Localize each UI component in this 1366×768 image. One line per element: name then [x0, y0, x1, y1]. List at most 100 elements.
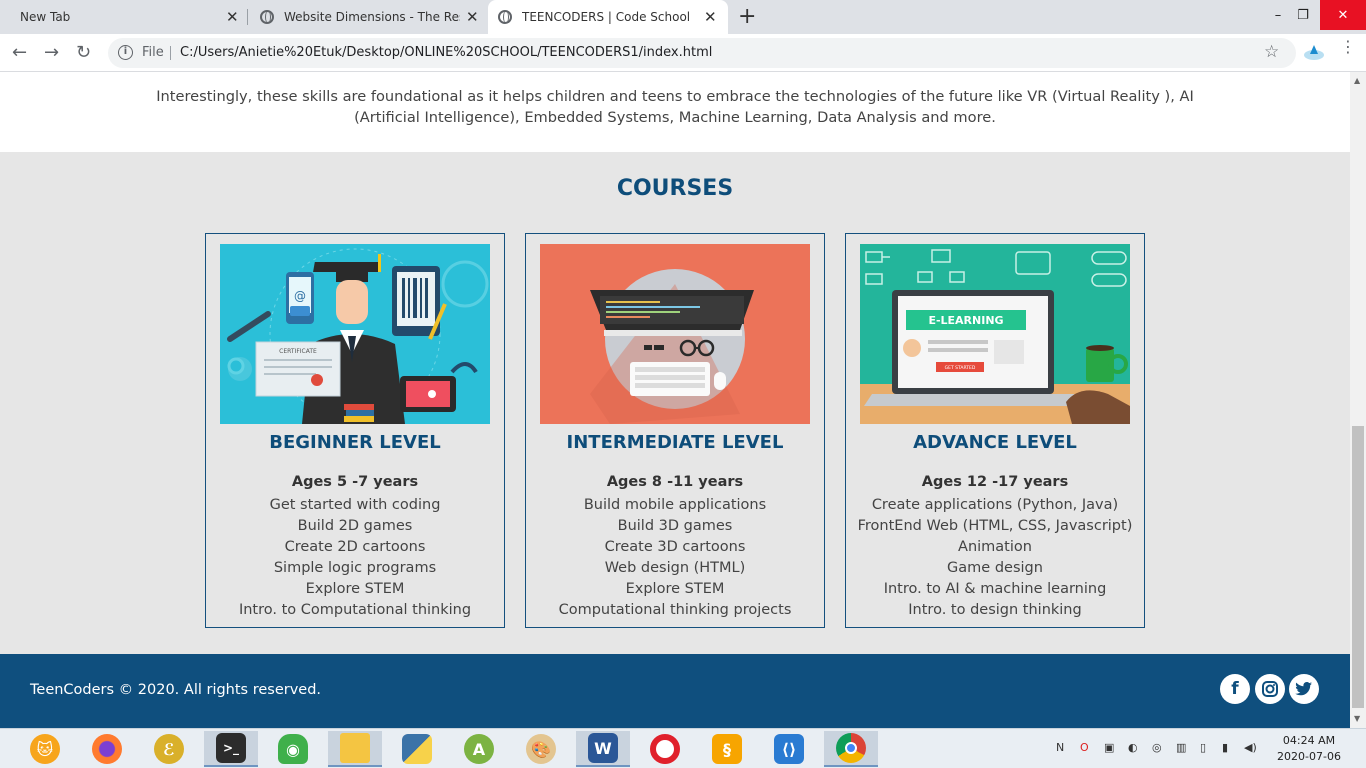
restore-button[interactable]: ❐ — [1286, 0, 1320, 30]
edraw-app-icon[interactable]: ℰ — [142, 731, 196, 767]
tab-website-dimensions[interactable]: Website Dimensions - The Resou ✕ — [250, 0, 486, 34]
firefox-app-icon[interactable] — [80, 731, 134, 767]
bookmark-star-icon[interactable]: ☆ — [1264, 42, 1279, 62]
twitter-icon[interactable] — [1289, 674, 1319, 704]
list-item: Web design (HTML) — [604, 560, 746, 576]
tab-close-icon[interactable]: ✕ — [226, 8, 239, 26]
list-item: Build 3D games — [617, 518, 733, 534]
list-item: Simple logic programs — [273, 560, 437, 576]
new-tab-button[interactable]: + — [738, 4, 756, 29]
volume-icon[interactable]: ◀) — [1244, 741, 1257, 754]
tab-close-icon[interactable]: ✕ — [704, 8, 717, 26]
file-scheme-label: File — [142, 45, 164, 60]
system-clock[interactable]: 04:24 AM 2020-07-06 — [1268, 733, 1350, 765]
back-icon[interactable]: ← — [12, 42, 27, 63]
intro-text: Interestingly, these skills are foundati… — [156, 88, 1194, 126]
tab-divider — [247, 9, 248, 25]
scroll-down-icon[interactable]: ▼ — [1354, 714, 1360, 723]
tab-teencoders[interactable]: TEENCODERS | Code School ✕ — [488, 0, 728, 34]
scroll-thumb[interactable] — [1352, 426, 1364, 708]
browser-toolbar: ← → ↻ i File C:/Users/Anietie%20Etuk/Des… — [0, 34, 1366, 72]
course-ages: Ages 5 -7 years — [291, 474, 419, 490]
course-ages: Ages 8 -11 years — [606, 474, 744, 490]
course-topics: Get started with coding Build 2D games C… — [206, 495, 504, 621]
robot-app-icon[interactable]: ◉ — [266, 731, 320, 767]
reload-icon[interactable]: ↻ — [76, 42, 91, 63]
list-item: Intro. to Computational thinking — [238, 602, 472, 618]
course-card-intermediate: INTERMEDIATE LEVEL Ages 8 -11 years Buil… — [525, 233, 825, 628]
windows-taskbar: 🐱 ℰ >_ ◉ A 🎨 W § ⟨⟩ N O ▣ ◐ ◎ ▥ ▯ ▮ ◀) 0… — [0, 728, 1366, 768]
list-item: FrontEnd Web (HTML, CSS, Javascript) — [857, 518, 1133, 534]
extension-icon[interactable] — [1302, 42, 1326, 62]
terminal-app-icon[interactable]: >_ — [204, 731, 258, 767]
network-tray-icon[interactable]: ▥ — [1176, 741, 1186, 754]
intro-section: Interestingly, these skills are foundati… — [0, 72, 1350, 152]
globe-icon — [260, 10, 274, 24]
clock-time: 04:24 AM — [1282, 734, 1336, 747]
course-title: BEGINNER LEVEL — [269, 432, 441, 453]
intermediate-illustration — [540, 244, 810, 424]
page-scrollbar[interactable]: ▲ ▼ — [1350, 72, 1366, 728]
certificate-label: CERTIFICATE — [279, 348, 317, 355]
scratch-app-icon[interactable]: 🐱 — [18, 731, 72, 767]
course-topics: Create applications (Python, Java) Front… — [846, 495, 1144, 621]
sublime-app-icon[interactable]: § — [700, 731, 754, 767]
url-text[interactable]: C:/Users/Anietie%20Etuk/Desktop/ONLINE%2… — [180, 45, 712, 60]
advance-illustration: E-LEARNING GET STARTED — [860, 244, 1130, 424]
forward-icon[interactable]: → — [44, 42, 59, 63]
word-app-icon[interactable]: W — [576, 731, 630, 767]
address-bar[interactable]: i File C:/Users/Anietie%20Etuk/Desktop/O… — [108, 38, 1296, 68]
course-title: INTERMEDIATE LEVEL — [566, 432, 784, 453]
list-item: Computational thinking projects — [558, 602, 792, 618]
battery-tray-icon[interactable]: ▯ — [1200, 741, 1206, 754]
android-studio-app-icon[interactable]: A — [452, 731, 506, 767]
chrome-app-icon[interactable] — [824, 731, 878, 767]
instagram-icon[interactable] — [1255, 674, 1285, 704]
get-started-label: GET STARTED — [945, 365, 976, 371]
paint-app-icon[interactable]: 🎨 — [514, 731, 568, 767]
list-item: Build 2D games — [297, 518, 413, 534]
tab-title: TEENCODERS | Code School — [522, 10, 691, 24]
python-app-icon[interactable] — [390, 731, 444, 767]
list-item: Game design — [947, 560, 1043, 576]
list-item: Animation — [958, 539, 1032, 555]
close-window-button[interactable]: ✕ — [1320, 0, 1366, 30]
site-footer: TeenCoders © 2020. All rights reserved. … — [0, 654, 1350, 728]
courses-heading: COURSES — [616, 176, 734, 201]
course-card-beginner: @ CERTIFICATE BEGINNER LEVEL Ages 5 -7 y… — [205, 233, 505, 628]
scroll-up-icon[interactable]: ▲ — [1354, 76, 1360, 85]
opera-app-icon[interactable] — [638, 731, 692, 767]
device-tray-icon[interactable]: ▮ — [1222, 741, 1228, 754]
tab-title: New Tab — [20, 10, 71, 24]
page-viewport: Interestingly, these skills are foundati… — [0, 72, 1350, 728]
file-explorer-app-icon[interactable] — [328, 731, 382, 767]
info-icon[interactable]: i — [118, 45, 133, 60]
browser-tab-strip: New Tab ✕ Website Dimensions - The Resou… — [0, 0, 1366, 34]
globe-icon — [498, 10, 512, 24]
course-title: ADVANCE LEVEL — [913, 432, 1077, 453]
course-ages: Ages 12 -17 years — [921, 474, 1069, 490]
tab-close-icon[interactable]: ✕ — [466, 8, 479, 26]
list-item: Explore STEM — [625, 581, 725, 597]
elearning-label: E-LEARNING — [928, 314, 1003, 327]
list-item: Create 2D cartoons — [284, 539, 426, 555]
footer-copyright: TeenCoders © 2020. All rights reserved. — [30, 682, 322, 698]
omnibox-divider — [170, 46, 171, 60]
vscode-app-icon[interactable]: ⟨⟩ — [762, 731, 816, 767]
list-item: Intro. to design thinking — [908, 602, 1082, 618]
facebook-icon[interactable]: f — [1220, 674, 1250, 704]
clock-date: 2020-07-06 — [1277, 750, 1341, 763]
onenote-tray-icon[interactable]: N — [1056, 741, 1064, 754]
tab-title: Website Dimensions - The Resou — [284, 10, 460, 24]
app-tray-icon[interactable]: ▣ — [1104, 741, 1114, 754]
security-tray-icon[interactable]: ◎ — [1152, 741, 1162, 754]
course-card-advance: E-LEARNING GET STARTED ADVANCE LEVEL Age… — [845, 233, 1145, 628]
course-topics: Build mobile applications Build 3D games… — [526, 495, 824, 621]
list-item: Explore STEM — [305, 581, 405, 597]
color-tray-icon[interactable]: ◐ — [1128, 741, 1138, 754]
tab-new-tab[interactable]: New Tab ✕ — [0, 0, 246, 34]
opera-tray-icon[interactable]: O — [1080, 741, 1089, 754]
list-item: Create applications (Python, Java) — [871, 497, 1119, 513]
browser-menu-icon[interactable]: ⋮ — [1340, 39, 1356, 55]
list-item: Create 3D cartoons — [604, 539, 746, 555]
